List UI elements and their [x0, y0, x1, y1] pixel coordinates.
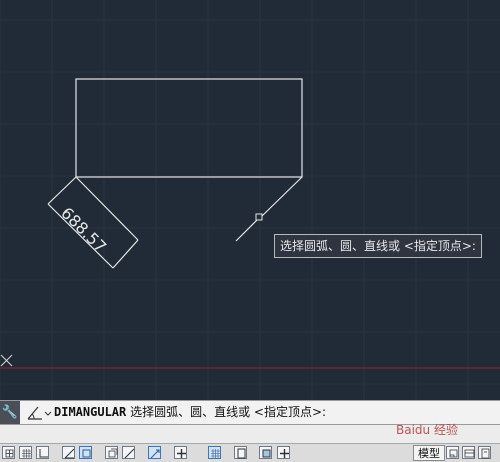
- grid-display-icon[interactable]: [19, 446, 32, 459]
- aligned-dimension[interactable]: [47, 176, 139, 269]
- drawing-canvas[interactable]: 688.57: [0, 0, 500, 400]
- lineweight-icon[interactable]: [208, 446, 221, 459]
- layout-view-icon[interactable]: [446, 446, 459, 459]
- command-name: DIMANGULAR: [54, 405, 127, 419]
- cursor-rubber-band-line: [235, 219, 258, 242]
- quick-properties-icon[interactable]: [259, 446, 272, 459]
- polar-tracking-icon[interactable]: [62, 446, 75, 459]
- command-text[interactable]: DIMANGULAR 选择圆弧、圆、直线或 <指定顶点>:: [54, 401, 326, 424]
- transparency-icon[interactable]: [234, 446, 247, 459]
- quick-view-drawings-icon[interactable]: [478, 446, 491, 459]
- dimension-text[interactable]: 688.57: [57, 203, 110, 256]
- model-space-tab[interactable]: 模型: [413, 445, 445, 461]
- 3d-object-snap-icon[interactable]: [105, 446, 118, 459]
- tooltip-text: 选择圆弧、圆、直线或 <指定顶点>:: [280, 239, 476, 253]
- selection-cycling-icon[interactable]: [277, 446, 290, 459]
- customize-wrench-icon[interactable]: 🔧: [0, 401, 20, 424]
- snap-grid-icon[interactable]: [2, 446, 15, 459]
- quick-view-layouts-icon[interactable]: [462, 446, 475, 459]
- ortho-icon[interactable]: [36, 446, 49, 459]
- command-prompt: 选择圆弧、圆、直线或 <指定顶点>:: [130, 405, 327, 419]
- diagonal-line-entity[interactable]: [261, 176, 303, 217]
- angular-dimension-icon[interactable]: [24, 403, 52, 423]
- pickbox-cursor-icon: [255, 213, 263, 221]
- dynamic-input-tooltip: 选择圆弧、圆、直线或 <指定顶点>:: [274, 234, 482, 258]
- object-snap-icon[interactable]: [79, 446, 92, 459]
- dynamic-ucs-icon[interactable]: [148, 446, 161, 459]
- watermark: Baidu 经验: [396, 423, 458, 437]
- rectangle-entity[interactable]: [75, 78, 303, 178]
- object-snap-tracking-icon[interactable]: [122, 446, 135, 459]
- dynamic-input-icon[interactable]: [174, 446, 187, 459]
- ucs-origin-icon: [0, 354, 13, 367]
- status-bar: 模型: [0, 443, 500, 462]
- grid: [0, 0, 500, 400]
